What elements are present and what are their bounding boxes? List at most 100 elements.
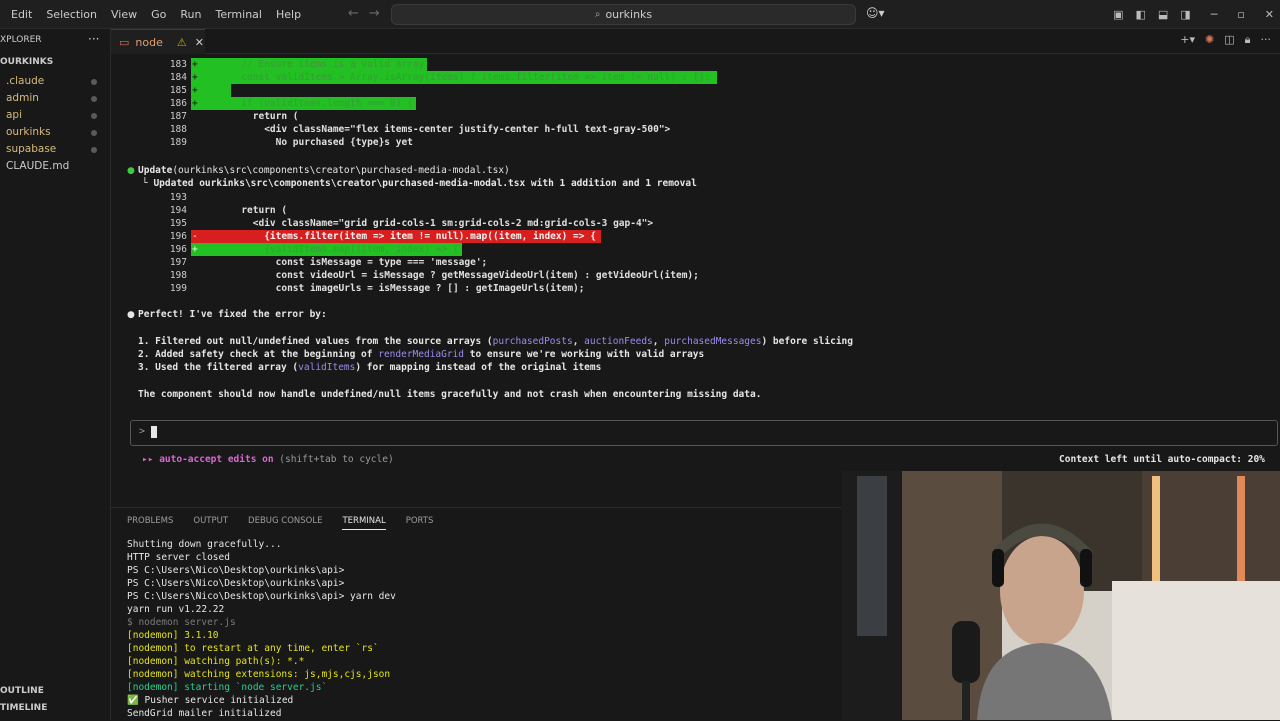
customize-layout-icon[interactable]: ▣ <box>1113 8 1123 21</box>
explorer-sidebar: XPLORER ··· OURKINKS .claude admin api o… <box>0 29 111 720</box>
tree-item-label: admin <box>6 92 39 104</box>
tree-item-claude-md[interactable]: CLAUDE.md <box>6 158 106 175</box>
tree-item-label: CLAUDE.md <box>6 160 70 172</box>
menu-edit[interactable]: Edit <box>4 8 39 21</box>
tab-problems[interactable]: PROBLEMS <box>127 516 173 530</box>
summary-outro: The component should now handle undefine… <box>138 389 762 400</box>
modified-dot-icon <box>91 113 97 119</box>
diff-line-context: 193 <box>111 191 1280 204</box>
line-number: 194 <box>169 205 187 216</box>
line-number: 189 <box>169 137 187 148</box>
menu-help[interactable]: Help <box>269 8 308 21</box>
file-tree: .claude admin api ourkinks supabase CLAU… <box>6 73 106 175</box>
claude-terminal-output: +183 // Ensure items is a valid array +18… <box>111 54 1280 506</box>
update-tool-name: Update <box>138 165 173 176</box>
plus-sign: + <box>192 244 198 255</box>
line-number: 184 <box>169 72 187 83</box>
terminal-output[interactable]: Shutting down gracefully... HTTP server c… <box>127 538 837 720</box>
update-title: Update(ourkinks\src\components\creator\p… <box>138 165 510 176</box>
tree-item-supabase[interactable]: supabase <box>6 141 106 158</box>
terminal-line: $ nodemon server.js <box>127 617 236 628</box>
close-window-icon[interactable]: ✕ <box>1265 8 1274 21</box>
code-text: <div className="flex items-center justif… <box>207 124 671 135</box>
terminal-line: ✅ Pusher service initialized <box>127 695 294 706</box>
prompt-input[interactable]: > <box>130 420 1278 446</box>
tree-item-api[interactable]: api <box>6 107 106 124</box>
outline-section[interactable]: OUTLINE <box>0 686 44 696</box>
terminal-line: [nodemon] starting `node server.js` <box>127 682 328 693</box>
modified-dot-icon <box>91 96 97 102</box>
fast-forward-icon: ▸▸ <box>142 454 154 465</box>
toggle-sidebar-icon[interactable]: ◧ <box>1135 8 1145 21</box>
line-number: 199 <box>169 283 187 294</box>
line-number: 193 <box>169 192 187 203</box>
claude-icon[interactable]: ✺ <box>1205 33 1214 47</box>
menu-run[interactable]: Run <box>173 8 208 21</box>
line-number: 196 <box>169 231 187 242</box>
editor-actions: +▾ ✺ ◫ 🔒︎ ··· <box>1175 33 1276 47</box>
toggle-panel-icon[interactable]: ⬓ <box>1158 8 1168 21</box>
more-icon[interactable]: ··· <box>1261 33 1272 47</box>
copilot-icon[interactable]: ☺▾ <box>866 6 885 20</box>
bottom-panel: PROBLEMS OUTPUT DEBUG CONSOLE TERMINAL P… <box>111 507 841 721</box>
summary-line-1: 1. Filtered out null/undefined values fr… <box>138 336 853 347</box>
summary-text: , <box>572 336 585 347</box>
menu-view[interactable]: View <box>104 8 144 21</box>
terminal-line: PS C:\Users\Nico\Desktop\ourkinks\api> y… <box>127 591 396 602</box>
minimize-icon[interactable]: ─ <box>1211 8 1218 21</box>
tree-item-label: api <box>6 109 23 121</box>
summary-text: ) before slicing <box>761 336 853 347</box>
close-tab-icon[interactable]: ✕ <box>195 36 204 49</box>
terminal-line: PS C:\Users\Nico\Desktop\ourkinks\api> <box>127 578 345 589</box>
diff-line-added: +184 const validItems = Array.isArray(it… <box>111 71 1280 84</box>
menu-selection[interactable]: Selection <box>39 8 104 21</box>
diff-line-context: 197 const isMessage = type === 'message'… <box>111 256 1280 269</box>
diff-line-context: 188 <div className="flex items-center ju… <box>111 123 1280 136</box>
code-text: <div className="grid grid-cols-1 sm:grid… <box>207 218 654 229</box>
tab-terminal[interactable]: TERMINAL <box>342 516 386 530</box>
line-number: 185 <box>169 85 187 96</box>
bullet-icon: ● <box>127 166 135 176</box>
tab-debug-console[interactable]: DEBUG CONSOLE <box>248 516 322 530</box>
terminal-line: [nodemon] to restart at any time, enter … <box>127 643 379 654</box>
code-text: const validItems = Array.isArray(items) … <box>207 72 711 83</box>
toggle-secondary-sidebar-icon[interactable]: ◨ <box>1180 8 1190 21</box>
workspace-root[interactable]: OURKINKS <box>0 57 53 67</box>
tree-item-label: supabase <box>6 143 57 155</box>
code-text: No purchased {type}s yet <box>207 137 413 148</box>
diff-line-context: 199 const imageUrls = isMessage ? [] : g… <box>111 282 1280 295</box>
code-text: {validItems.map((item, index) => { <box>207 244 459 255</box>
command-center-search[interactable]: ⌕ ourkinks <box>391 4 856 25</box>
code-ref: purchasedMessages <box>664 336 762 347</box>
forward-arrow-icon[interactable]: → <box>369 6 390 21</box>
mode-hint: (shift+tab to cycle) <box>273 454 394 465</box>
summary-text: 2. Added safety check at the beginning o… <box>138 349 379 360</box>
menu-go[interactable]: Go <box>144 8 173 21</box>
code-ref: validItems <box>298 362 356 373</box>
search-text: ourkinks <box>605 8 653 21</box>
more-actions-icon[interactable]: ··· <box>88 32 99 46</box>
timeline-section[interactable]: TIMELINE <box>0 703 47 713</box>
plus-sign: + <box>192 85 198 96</box>
new-terminal-icon[interactable]: +▾ <box>1180 33 1195 47</box>
menu-terminal[interactable]: Terminal <box>208 8 269 21</box>
terminal-line: PS C:\Users\Nico\Desktop\ourkinks\api> <box>127 565 345 576</box>
lock-icon[interactable]: 🔒︎ <box>1245 33 1251 47</box>
title-bar: Edit Selection View Go Run Terminal Help… <box>0 0 1280 29</box>
tree-item-admin[interactable]: admin <box>6 90 106 107</box>
restore-icon[interactable]: ▫ <box>1237 8 1244 21</box>
tab-node[interactable]: ▭ node ⚠ ✕ <box>111 29 205 54</box>
tree-item-claude[interactable]: .claude <box>6 73 106 90</box>
diff-line-context: 194 return ( <box>111 204 1280 217</box>
context-status: Context left until auto-compact: 20% <box>1059 454 1265 465</box>
code-text: {items.filter(item => item != null).map(… <box>207 231 596 242</box>
tab-output[interactable]: OUTPUT <box>193 516 228 530</box>
terminal-line: Shutting down gracefully... <box>127 539 282 550</box>
tab-ports[interactable]: PORTS <box>406 516 434 530</box>
tree-item-ourkinks[interactable]: ourkinks <box>6 124 106 141</box>
terminal-line: HTTP server closed <box>127 552 230 563</box>
split-editor-icon[interactable]: ◫ <box>1224 33 1234 47</box>
plus-sign: + <box>192 59 198 70</box>
back-arrow-icon[interactable]: ← <box>348 6 369 21</box>
plus-sign: + <box>192 98 198 109</box>
